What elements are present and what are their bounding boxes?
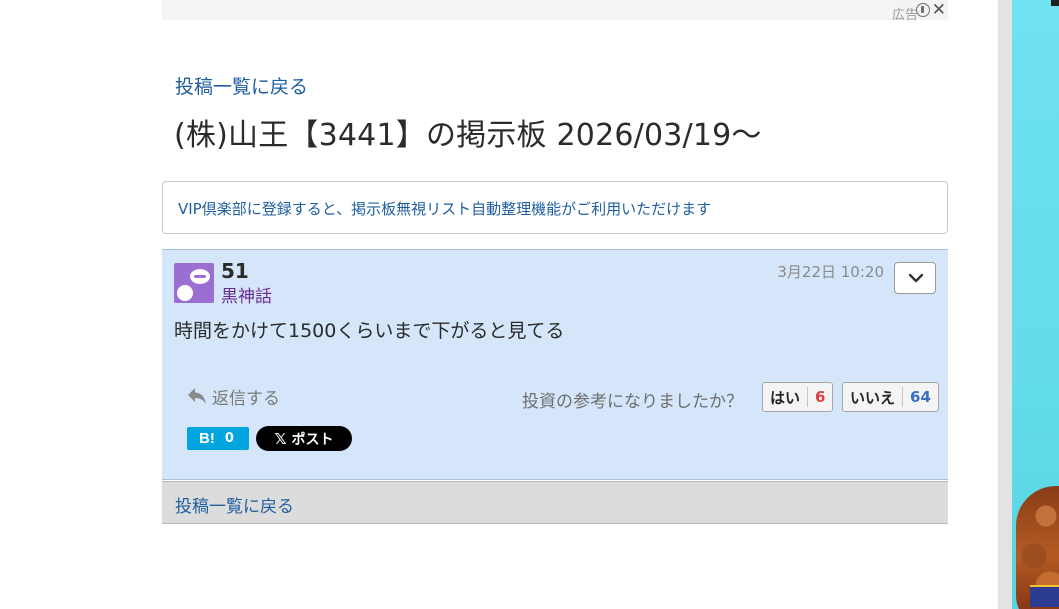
vip-notice: VIP倶楽部に登録すると、掲示板無視リスト自動整理機能がご利用いただけます (162, 181, 948, 234)
vote-yes-count: 6 (815, 388, 826, 406)
reply-arrow-icon (188, 388, 206, 404)
hatena-bookmark-count: 0 (224, 431, 234, 446)
vote-no-button[interactable]: いいえ 64 (842, 382, 939, 412)
comment-body: 時間をかけて1500くらいまで下がると見てる (174, 320, 565, 342)
chevron-down-icon (908, 273, 924, 283)
reply-button[interactable]: 返信する (186, 384, 280, 409)
footer-back-to-list-link[interactable]: 投稿一覧に戻る (175, 492, 294, 517)
side-gutter (998, 0, 1012, 609)
vote-no-label: いいえ (850, 388, 896, 407)
vote-no-count: 64 (910, 388, 931, 406)
x-post-button[interactable]: 𝕏 ポスト (256, 426, 352, 451)
vip-notice-link[interactable]: VIP倶楽部に登録すると、掲示板無視リスト自動整理機能がご利用いただけます (178, 198, 711, 219)
ad-label: 広告 (891, 8, 918, 23)
reply-label: 返信する (212, 388, 280, 409)
ad-artwork-stripe (1030, 585, 1059, 607)
page: 広告 ✕ 投稿一覧に戻る (株)山王【3441】の掲示板 2026/03/19〜… (0, 0, 1059, 609)
vote-yes-button[interactable]: はい 6 (762, 382, 834, 412)
user-head-icon (177, 285, 193, 301)
page-title: (株)山王【3441】の掲示板 2026/03/19〜 (174, 118, 762, 153)
ad-corner-mark (1051, 0, 1059, 6)
author-link[interactable]: 黒神話 (221, 282, 272, 307)
info-icon[interactable] (916, 3, 930, 17)
x-logo-icon: 𝕏 (274, 429, 287, 448)
hatena-bookmark-icon: B! (199, 430, 215, 447)
side-ad-banner[interactable] (1012, 0, 1059, 609)
comment-menu-button[interactable] (894, 262, 936, 294)
comment-timestamp: 3月22日 10:20 (777, 263, 884, 281)
vote-yes-label: はい (770, 388, 801, 407)
footer-back-bar: 投稿一覧に戻る (162, 481, 948, 524)
speech-bubble-icon (190, 269, 210, 284)
back-to-list-link[interactable]: 投稿一覧に戻る (175, 72, 308, 99)
vote-question: 投資の参考になりましたか？ (522, 392, 743, 412)
comment-card: 51 黒神話 3月22日 10:20 時間をかけて1500くらいまで下がると見て… (162, 249, 948, 480)
ad-banner: 広告 ✕ (162, 0, 948, 23)
avatar[interactable] (174, 263, 214, 303)
hatena-bookmark-button[interactable]: B! 0 (187, 427, 249, 450)
close-icon[interactable]: ✕ (932, 0, 946, 20)
x-post-label: ポスト (291, 431, 334, 448)
comment-number: 51 (221, 259, 249, 283)
